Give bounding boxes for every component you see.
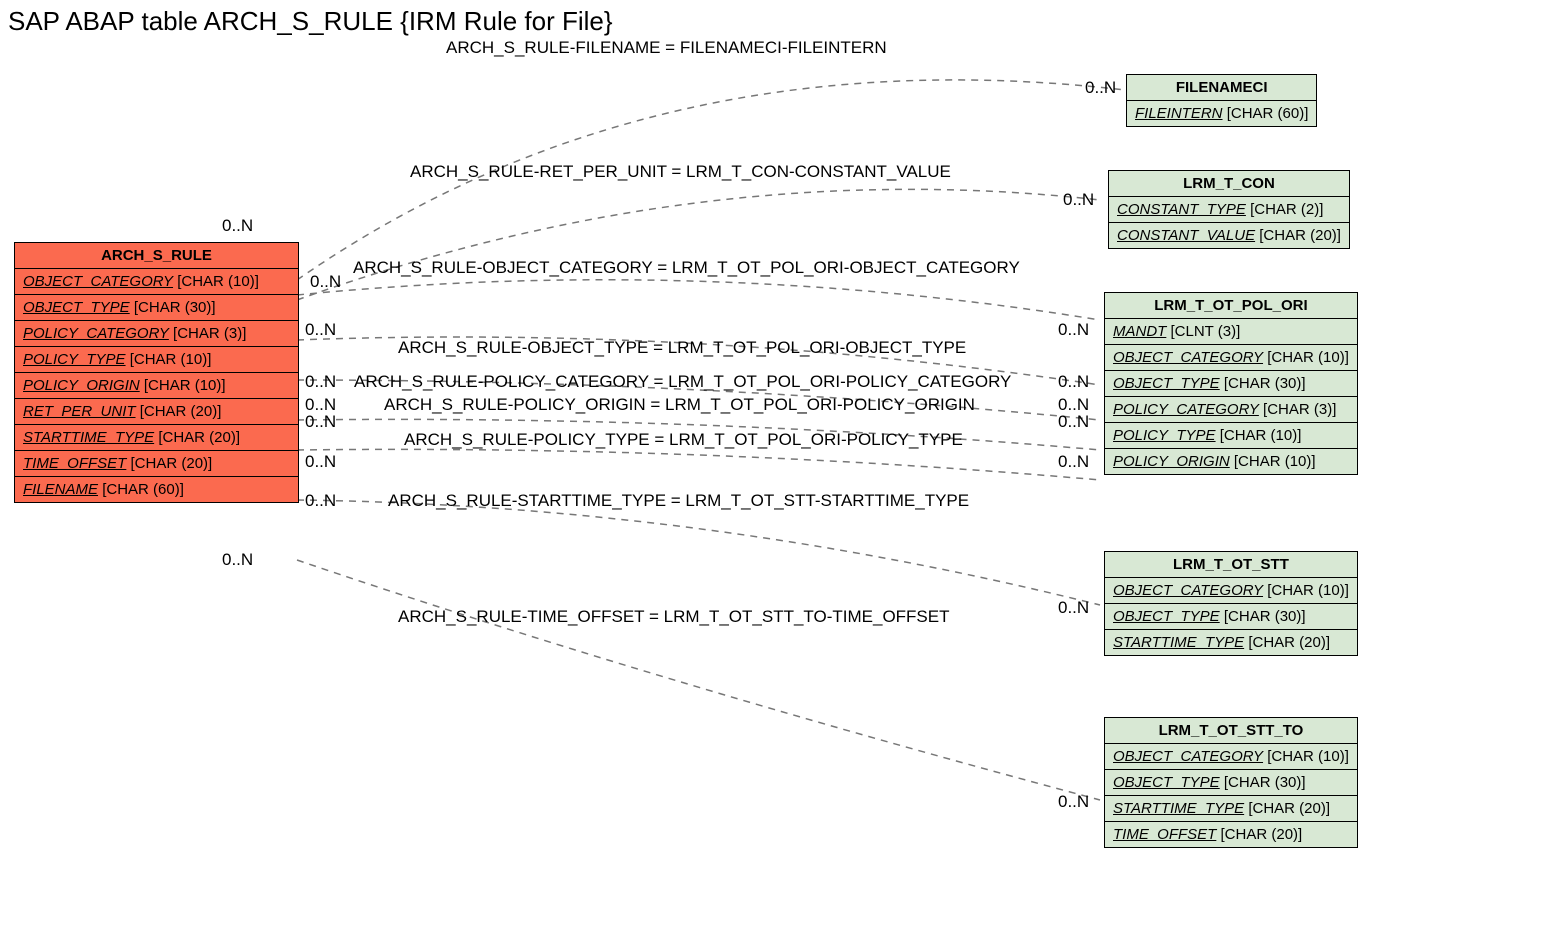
cardinality: 0..N xyxy=(1058,598,1089,618)
cardinality: 0..N xyxy=(1058,412,1089,432)
cardinality: 0..N xyxy=(1058,320,1089,340)
cardinality: 0..N xyxy=(305,320,336,340)
relation-label: ARCH_S_RULE-OBJECT_TYPE = LRM_T_OT_POL_O… xyxy=(398,338,966,358)
cardinality: 0..N xyxy=(1058,372,1089,392)
page-title: SAP ABAP table ARCH_S_RULE {IRM Rule for… xyxy=(8,6,613,37)
entity-lrm-t-con: LRM_T_CON CONSTANT_TYPE [CHAR (2)] CONST… xyxy=(1108,170,1350,249)
cardinality: 0..N xyxy=(305,372,336,392)
cardinality: 0..N xyxy=(1058,792,1089,812)
cardinality: 0..N xyxy=(222,216,253,236)
cardinality: 0..N xyxy=(305,452,336,472)
relation-label: ARCH_S_RULE-POLICY_TYPE = LRM_T_OT_POL_O… xyxy=(404,430,963,450)
entity-lrm-t-ot-stt: LRM_T_OT_STT OBJECT_CATEGORY [CHAR (10)]… xyxy=(1104,551,1358,656)
cardinality: 0..N xyxy=(1058,452,1089,472)
relation-label: ARCH_S_RULE-FILENAME = FILENAMECI-FILEIN… xyxy=(446,38,887,58)
relation-label: ARCH_S_RULE-OBJECT_CATEGORY = LRM_T_OT_P… xyxy=(353,258,1020,278)
entity-filenameci: FILENAMECI FILEINTERN [CHAR (60)] xyxy=(1126,74,1317,127)
relation-label: ARCH_S_RULE-TIME_OFFSET = LRM_T_OT_STT_T… xyxy=(398,607,950,627)
cardinality: 0..N xyxy=(222,550,253,570)
cardinality: 0..N xyxy=(1085,78,1116,98)
entity-arch-s-rule: ARCH_S_RULE OBJECT_CATEGORY [CHAR (10)] … xyxy=(14,242,299,503)
cardinality: 0..N xyxy=(310,272,341,292)
relation-label: ARCH_S_RULE-STARTTIME_TYPE = LRM_T_OT_ST… xyxy=(388,491,969,511)
entity-header: ARCH_S_RULE xyxy=(15,243,298,269)
relation-label: ARCH_S_RULE-POLICY_CATEGORY = LRM_T_OT_P… xyxy=(354,372,1011,392)
cardinality: 0..N xyxy=(305,412,336,432)
relation-label: ARCH_S_RULE-RET_PER_UNIT = LRM_T_CON-CON… xyxy=(410,162,951,182)
cardinality: 0..N xyxy=(305,491,336,511)
relation-label: ARCH_S_RULE-POLICY_ORIGIN = LRM_T_OT_POL… xyxy=(384,395,975,415)
cardinality: 0..N xyxy=(1063,190,1094,210)
entity-lrm-t-ot-stt-to: LRM_T_OT_STT_TO OBJECT_CATEGORY [CHAR (1… xyxy=(1104,717,1358,848)
entity-lrm-t-ot-pol-ori: LRM_T_OT_POL_ORI MANDT [CLNT (3)] OBJECT… xyxy=(1104,292,1358,475)
